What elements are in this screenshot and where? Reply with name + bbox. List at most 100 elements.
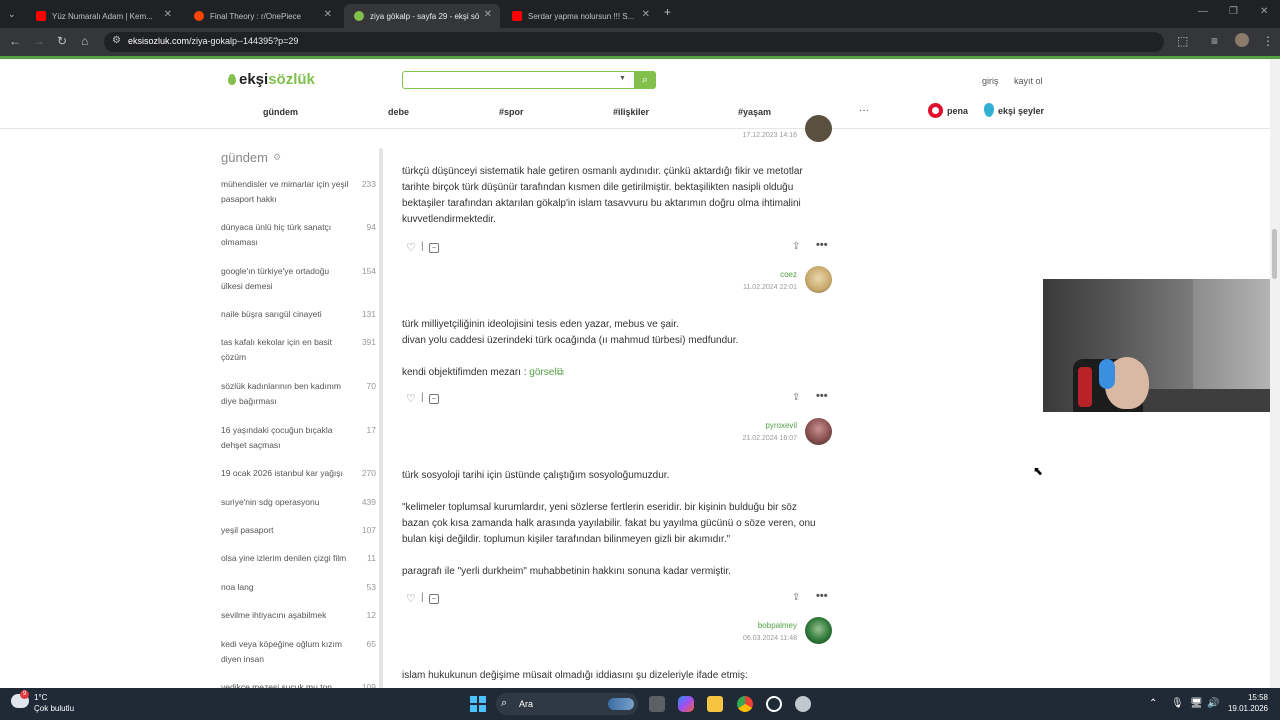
site-info-icon[interactable]: ⚙ bbox=[112, 35, 121, 46]
share-icon[interactable]: ⇪ bbox=[792, 592, 800, 603]
login-link[interactable]: giriş bbox=[982, 76, 999, 86]
clock-time[interactable]: 15:58 bbox=[1230, 693, 1268, 702]
entry-date[interactable]: 11.02.2024 22:01 bbox=[743, 281, 797, 294]
author-avatar[interactable] bbox=[805, 418, 832, 445]
more-options-icon[interactable]: ••• bbox=[816, 590, 828, 602]
browser-menu-icon[interactable]: ⋮ bbox=[1262, 34, 1274, 48]
sidebar-topic[interactable]: mühendisler ve mimarlar için yeşil pasap… bbox=[221, 177, 376, 207]
nav-gundem[interactable]: gündem bbox=[263, 107, 298, 117]
author-avatar[interactable] bbox=[805, 115, 832, 142]
author-name[interactable]: bobpalmey bbox=[743, 619, 797, 632]
new-tab-icon[interactable]: + bbox=[664, 5, 671, 19]
entry-text: islam hukukunun değişime müsait olmadığı… bbox=[402, 670, 748, 681]
nav-debe[interactable]: debe bbox=[388, 107, 409, 117]
image-link[interactable]: görsel⧉ bbox=[529, 367, 563, 378]
entry-date[interactable]: 21.02.2024 16:07 bbox=[743, 432, 798, 445]
downvote-icon[interactable]: − bbox=[429, 594, 439, 604]
tab-youtube-2[interactable]: Serdar yapma nolursun !!! S... ✕ bbox=[502, 4, 658, 28]
eksi-seyler-drop-icon[interactable] bbox=[984, 103, 994, 117]
extensions-icon[interactable]: ⬚ bbox=[1177, 34, 1188, 48]
downvote-icon[interactable]: − bbox=[429, 394, 439, 404]
sidebar-topic[interactable]: noa lang 53 bbox=[221, 580, 376, 595]
search-options-caret-icon[interactable]: ▼ bbox=[619, 75, 626, 82]
eksi-seyler-link[interactable]: ekşi şeyler bbox=[998, 106, 1044, 116]
search-button[interactable]: ⌕ bbox=[634, 71, 656, 89]
steam-icon[interactable] bbox=[766, 696, 782, 712]
sidebar-topic[interactable]: sözlük kadınlarının ben kadınım diye bağ… bbox=[221, 379, 376, 409]
start-button-windows-icon[interactable] bbox=[470, 696, 486, 712]
more-options-icon[interactable]: ••• bbox=[816, 239, 828, 251]
gear-icon[interactable]: ⚙ bbox=[273, 152, 281, 163]
tray-chevron-icon[interactable]: ⌃ bbox=[1149, 698, 1157, 709]
app-icon[interactable] bbox=[795, 696, 811, 712]
page-scrollbar[interactable] bbox=[1270, 59, 1280, 688]
home-icon[interactable]: ⌂ bbox=[81, 34, 88, 48]
file-explorer-icon[interactable] bbox=[707, 696, 723, 712]
task-view-icon[interactable] bbox=[649, 696, 665, 712]
tab-search-chevron-icon[interactable]: ⌄ bbox=[8, 7, 16, 21]
nav-more-icon[interactable]: ··· bbox=[859, 105, 869, 116]
favorite-heart-icon[interactable]: ♡ bbox=[406, 241, 416, 254]
sidebar-topic[interactable]: yeşil pasaport 107 bbox=[221, 523, 376, 538]
register-link[interactable]: kayıt ol bbox=[1014, 76, 1043, 86]
sidebar-topic[interactable]: dünyaca ünlü hiç türk sanatçı olmaması 94 bbox=[221, 220, 376, 250]
sidebar-topic[interactable]: naile büşra sarıgül cinayeti 131 bbox=[221, 307, 376, 322]
nav-iliskiler[interactable]: #ilişkiler bbox=[613, 107, 649, 117]
sidebar-topic[interactable]: tas kafalı kekolar için en basit çözüm 39… bbox=[221, 335, 376, 365]
close-tab-icon[interactable]: ✕ bbox=[484, 9, 492, 20]
reload-icon[interactable]: ↻ bbox=[57, 34, 67, 48]
microphone-icon[interactable]: 🎙 bbox=[1171, 698, 1184, 709]
volume-icon[interactable]: 🔊 bbox=[1207, 698, 1219, 709]
pena-link[interactable]: pena bbox=[947, 106, 968, 116]
nav-yasam[interactable]: #yaşam bbox=[738, 107, 771, 117]
favorite-heart-icon[interactable]: ♡ bbox=[406, 592, 416, 605]
sidebar-topic[interactable]: olsa yine izlerim denilen çizgi film 11 bbox=[221, 551, 376, 566]
sidebar-topic[interactable]: kedi veya köpeğine oğlum kızım diyen ins… bbox=[221, 637, 376, 667]
author-avatar[interactable] bbox=[805, 617, 832, 644]
profile-avatar-icon[interactable] bbox=[1235, 33, 1249, 47]
media-control-icon[interactable]: ≡ bbox=[1211, 34, 1218, 48]
share-icon[interactable]: ⇪ bbox=[792, 241, 800, 252]
back-icon[interactable]: ← bbox=[9, 34, 21, 48]
sidebar-topic[interactable]: yedikçe mezesi sucuk mu ton 109 bbox=[221, 680, 376, 688]
tab-youtube-1[interactable]: Yüz Numaralı Adam | Kem... ✕ bbox=[26, 4, 180, 28]
more-options-icon[interactable]: ••• bbox=[816, 390, 828, 402]
sidebar-topic[interactable]: 19 ocak 2026 istanbul kar yağışı 270 bbox=[221, 466, 376, 481]
minimize-icon[interactable]: — bbox=[1198, 6, 1208, 17]
sidebar-topic[interactable]: sevilme ihtiyacını aşabilmek 12 bbox=[221, 608, 376, 623]
sidebar-topic[interactable]: suriye'nin sdg operasyonu 439 bbox=[221, 495, 376, 510]
close-window-icon[interactable]: ✕ bbox=[1260, 6, 1268, 17]
weather-temp[interactable]: 1°C bbox=[34, 693, 47, 702]
tab-reddit[interactable]: Final Theory : r/OnePiece ✕ bbox=[184, 4, 340, 28]
site-logo[interactable]: ekşi sözlük bbox=[228, 71, 315, 88]
close-tab-icon[interactable]: ✕ bbox=[324, 9, 332, 20]
copilot-icon[interactable] bbox=[678, 696, 694, 712]
notification-badge: 9 bbox=[20, 690, 29, 699]
sidebar-topic[interactable]: google'ın türkiye'ye ortadoğu ülkesi dem… bbox=[221, 264, 376, 294]
pena-icon[interactable] bbox=[928, 103, 943, 118]
author-name[interactable]: coez bbox=[743, 268, 797, 281]
address-bar[interactable]: ⚙ eksisozluk.com/ziya-gokalp--144395?p=2… bbox=[104, 32, 1164, 52]
downvote-icon[interactable]: − bbox=[429, 243, 439, 253]
author-avatar[interactable] bbox=[805, 266, 832, 293]
weather-desc[interactable]: Çok bulutlu bbox=[34, 704, 74, 713]
close-tab-icon[interactable]: ✕ bbox=[642, 9, 650, 20]
favorite-heart-icon[interactable]: ♡ bbox=[406, 392, 416, 405]
close-tab-icon[interactable]: ✕ bbox=[164, 9, 172, 20]
sidebar-scrollbar[interactable] bbox=[379, 148, 383, 688]
chrome-icon[interactable] bbox=[737, 696, 753, 712]
entry-date[interactable]: 06.03.2024 11:48 bbox=[743, 632, 797, 645]
forward-icon[interactable]: → bbox=[33, 34, 45, 48]
share-icon[interactable]: ⇪ bbox=[792, 392, 800, 403]
search-input[interactable] bbox=[402, 71, 634, 89]
author-name[interactable]: pyroxevil bbox=[743, 419, 797, 432]
network-icon[interactable]: 🖥 bbox=[1190, 698, 1203, 709]
sidebar-title: gündem bbox=[221, 150, 268, 165]
sidebar-topic[interactable]: 16 yaşındaki çocuğun bıçakla dehşet saçm… bbox=[221, 423, 376, 453]
nav-spor[interactable]: #spor bbox=[499, 107, 524, 117]
tab-eksi-active[interactable]: ziya gökalp - sayfa 29 - ekşi sö... ✕ bbox=[344, 4, 500, 28]
clock-date[interactable]: 19.01.2026 bbox=[1226, 704, 1268, 713]
scrollbar-thumb[interactable] bbox=[1272, 229, 1277, 279]
maximize-icon[interactable]: ❐ bbox=[1229, 6, 1238, 17]
taskbar-search-label: Ara bbox=[519, 699, 534, 709]
